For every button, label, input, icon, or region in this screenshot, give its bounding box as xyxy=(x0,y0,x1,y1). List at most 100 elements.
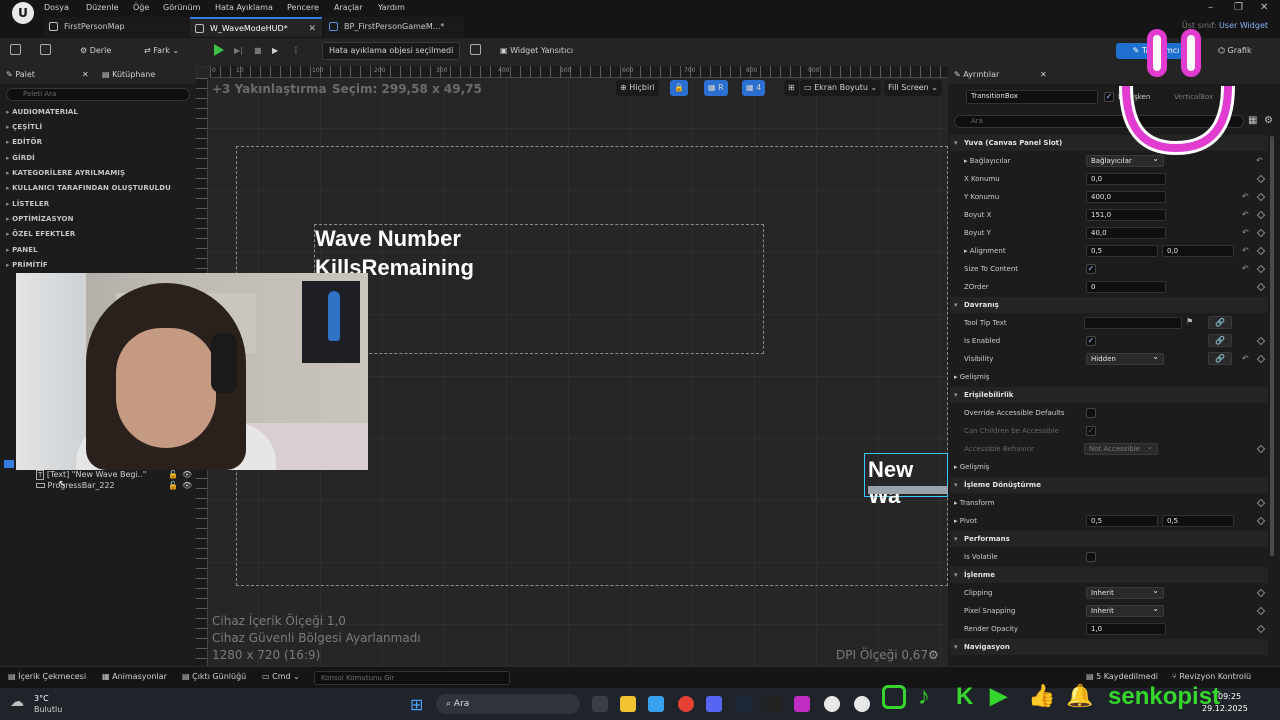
details-close-icon[interactable]: ✕ xyxy=(1040,66,1047,84)
section-rendering[interactable]: İşlenme xyxy=(950,567,1268,583)
category-uncategorized[interactable]: KATEGORİLERE AYRILMAMIŞ xyxy=(6,169,125,177)
grid-icon[interactable]: ⊞ xyxy=(784,80,799,96)
menu-tools[interactable]: Araçlar xyxy=(334,3,362,12)
compile-button[interactable]: ⚙ Derle xyxy=(80,43,111,59)
reset-icon[interactable]: ↶ xyxy=(1242,246,1249,255)
palette-tab[interactable]: ✎ Palet xyxy=(6,66,35,84)
section-navigation[interactable]: Navigasyon xyxy=(950,639,1268,655)
visibility-dropdown[interactable]: Hidden xyxy=(1086,352,1164,365)
section-accessibility[interactable]: Erişilebilirlik xyxy=(950,387,1268,403)
render-opacity-field[interactable]: 1,0 xyxy=(1086,623,1166,635)
pivot-x-field[interactable]: 0,5 xyxy=(1086,515,1158,527)
menu-window[interactable]: Pencere xyxy=(287,3,319,12)
unreal-logo-icon[interactable]: U xyxy=(12,2,34,24)
debug-filter-icon[interactable] xyxy=(470,44,481,55)
keyframe-icon[interactable] xyxy=(1256,336,1266,346)
settings-gear-icon[interactable]: ⚙ xyxy=(928,648,939,662)
browse-icon[interactable] xyxy=(40,44,51,55)
zorder-field[interactable]: 0 xyxy=(1086,281,1166,293)
reset-icon[interactable]: ↶ xyxy=(1242,354,1249,363)
advanced2-expander[interactable]: ▸ Gelişmiş xyxy=(954,463,989,471)
keyframe-icon[interactable] xyxy=(1256,174,1266,184)
tab-close-icon[interactable]: ✕ xyxy=(308,19,316,39)
discord-icon[interactable] xyxy=(706,696,722,712)
file-explorer-icon[interactable] xyxy=(620,696,636,712)
play-icon[interactable] xyxy=(214,44,224,56)
eye-icon[interactable]: 👁 xyxy=(182,481,192,490)
debug-object-select[interactable]: Hata ayıklama objesi seçilmedi ⌄ xyxy=(322,42,460,71)
keyframe-icon[interactable] xyxy=(1256,444,1266,454)
hierarchy-row-text[interactable]: T [Text] "New Wave Begi.." xyxy=(36,470,146,480)
library-tab[interactable]: ▤ Kütüphane xyxy=(102,66,155,84)
lock-icon[interactable]: 🔓 xyxy=(168,470,178,479)
eject-icon[interactable]: ▶ xyxy=(272,43,278,59)
palette-search-input[interactable]: Paleti Ara xyxy=(6,88,190,101)
keyframe-icon[interactable] xyxy=(1256,354,1266,364)
diff-button[interactable]: ⇄ Fark ⌄ xyxy=(144,43,179,59)
unsaved-button[interactable]: ▤ 5 Kaydedilmedi xyxy=(1086,672,1158,681)
anchors-label[interactable]: ▸ Bağlayıcılar xyxy=(964,157,1011,165)
reset-icon[interactable]: ↶ xyxy=(1242,192,1249,201)
save-icon[interactable] xyxy=(10,44,21,55)
wave-number-text[interactable]: Wave Number xyxy=(315,226,461,252)
category-special-effects[interactable]: ÖZEL EFEKTLER xyxy=(6,230,75,238)
cmd-dropdown[interactable]: ▭ Cmd ⌄ xyxy=(262,672,300,681)
visibility-bind-button[interactable]: 🔗 xyxy=(1208,352,1232,365)
category-user-created[interactable]: KULLANICI TARAFINDAN OLUŞTURULDU xyxy=(6,184,171,192)
console-input[interactable]: Konsol Komutunu Gir xyxy=(314,671,510,685)
fill-screen-dropdown[interactable]: Fill Screen ⌄ xyxy=(884,80,942,96)
app-icon[interactable] xyxy=(794,696,810,712)
new-wave-text[interactable]: New Wa xyxy=(868,457,947,509)
transform-expander[interactable]: ▸ Transform xyxy=(954,499,995,507)
is-enabled-checkbox[interactable]: ✓ xyxy=(1086,336,1096,346)
category-optimization[interactable]: OPTİMİZASYON xyxy=(6,215,74,223)
keyframe-icon[interactable] xyxy=(1256,246,1266,256)
widget-name-input[interactable]: TransitionBox xyxy=(966,90,1098,104)
keyframe-icon[interactable] xyxy=(1256,264,1266,274)
unreal-engine-icon[interactable] xyxy=(824,696,840,712)
advanced-expander[interactable]: ▸ Gelişmiş xyxy=(954,373,989,381)
alignment-x-field[interactable]: 0,5 xyxy=(1086,245,1158,257)
step-icon[interactable]: ▶| xyxy=(234,43,243,59)
transition-box-selection[interactable]: New Wa xyxy=(864,453,948,508)
keyframe-icon[interactable] xyxy=(1256,210,1266,220)
category-panel[interactable]: PANEL xyxy=(6,246,38,254)
is-enabled-bind-button[interactable]: 🔗 xyxy=(1208,334,1232,347)
keyframe-icon[interactable] xyxy=(1256,624,1266,634)
reset-icon[interactable]: ↶ xyxy=(1242,264,1249,273)
stop-icon[interactable]: ■ xyxy=(254,43,262,59)
animations-button[interactable]: ▦ Animasyonlar xyxy=(102,672,167,681)
menu-asset[interactable]: Öğe xyxy=(133,3,149,12)
reset-icon[interactable]: ↶ xyxy=(1242,210,1249,219)
category-editor[interactable]: EDİTÖR xyxy=(6,138,42,146)
maximize-icon[interactable]: ❐ xyxy=(1234,2,1243,13)
size-x-field[interactable]: 151,0 xyxy=(1086,209,1166,221)
lock-icon[interactable]: 🔓 xyxy=(168,481,178,490)
size-y-field[interactable]: 40,0 xyxy=(1086,227,1166,239)
details-settings-icon[interactable]: ⚙ xyxy=(1264,115,1273,126)
tab-first-person-map[interactable]: FirstPersonMap xyxy=(44,17,190,37)
clipping-dropdown[interactable]: Inherit xyxy=(1086,586,1164,599)
pivot-expander[interactable]: ▸ Pivot xyxy=(954,517,977,525)
widget-reflector-button[interactable]: ▣ Widget Yansıtıcı xyxy=(500,43,573,59)
screen-size-dropdown[interactable]: ▭ Ekran Boyutu ⌄ xyxy=(800,80,882,96)
size-to-content-checkbox[interactable]: ✓ xyxy=(1086,264,1096,274)
epic-games-icon[interactable] xyxy=(766,696,782,712)
override-accessible-checkbox[interactable] xyxy=(1086,408,1096,418)
category-misc[interactable]: ÇEŞİTLİ xyxy=(6,123,42,131)
weather-icon[interactable]: ☁ xyxy=(10,694,24,710)
category-input[interactable]: GİRDİ xyxy=(6,154,35,162)
tab-wave-mode-hud[interactable]: W_WaveModeHUD* ✕ xyxy=(190,17,322,37)
keyframe-icon[interactable] xyxy=(1256,588,1266,598)
pixel-snapping-dropdown[interactable]: Inherit xyxy=(1086,604,1164,617)
menu-help[interactable]: Yardım xyxy=(378,3,405,12)
tooltip-field[interactable] xyxy=(1084,317,1182,329)
output-log-button[interactable]: ▤ Çıktı Günlüğü xyxy=(182,672,246,681)
pivot-y-field[interactable]: 0,5 xyxy=(1162,515,1234,527)
y-position-field[interactable]: 400,0 xyxy=(1086,191,1166,203)
task-view-icon[interactable] xyxy=(592,696,608,712)
is-variable-checkbox[interactable]: ✓ xyxy=(1104,92,1114,102)
menu-debug[interactable]: Hata Ayıklama xyxy=(215,3,273,12)
tab-bp-first-person-game-mode[interactable]: BP_FirstPersonGameM...* xyxy=(324,17,464,37)
minimize-icon[interactable]: – xyxy=(1208,2,1213,13)
